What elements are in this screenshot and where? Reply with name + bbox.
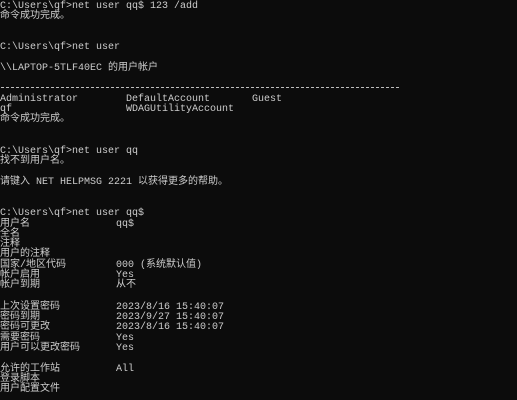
command-line: C:\Users\qf>net user bbox=[0, 42, 120, 53]
error-message: 找不到用户名。 bbox=[0, 156, 70, 167]
field-label: 帐户到期 bbox=[0, 280, 40, 291]
field-value: qq$ bbox=[116, 219, 135, 230]
user-accounts-header: \\LAPTOP-5TLF40EC 的用户帐户 bbox=[0, 63, 159, 74]
command: net user bbox=[72, 42, 121, 53]
command-result: 命令成功完成。 bbox=[0, 11, 70, 22]
command: net user qq bbox=[72, 146, 139, 157]
terminal-window[interactable]: C:\Users\qf> net user qq$ 123 /add 命令成功完成… bbox=[0, 0, 517, 400]
field-value: All bbox=[116, 364, 135, 375]
prompt: C:\Users\qf> bbox=[0, 208, 73, 219]
field-label: 用户可以更改密码 bbox=[0, 343, 80, 354]
field-value: Yes bbox=[116, 343, 135, 354]
field-value: 从不 bbox=[116, 280, 136, 291]
command-line: C:\Users\qf>net user qq$ bbox=[0, 208, 144, 219]
field-value: 2023/8/16 15:40:07 bbox=[116, 322, 225, 333]
command: net user qq$ bbox=[72, 208, 145, 219]
command-result: 命令成功完成。 bbox=[0, 114, 70, 125]
help-message: 请键入 NET HELPMSG 2221 以获得更多的帮助。 bbox=[0, 177, 229, 188]
field-label: 用户配置文件 bbox=[0, 384, 60, 395]
account-name: WDAGUtilityAccount bbox=[126, 104, 235, 115]
command: net user qq$ 123 /add bbox=[72, 1, 199, 12]
separator-line bbox=[1, 87, 399, 88]
account-name: Guest bbox=[252, 94, 283, 105]
prompt: C:\Users\qf> bbox=[0, 42, 73, 53]
field-label: 用户的注释 bbox=[0, 249, 50, 260]
field-label: 密码可更改 bbox=[0, 322, 50, 333]
